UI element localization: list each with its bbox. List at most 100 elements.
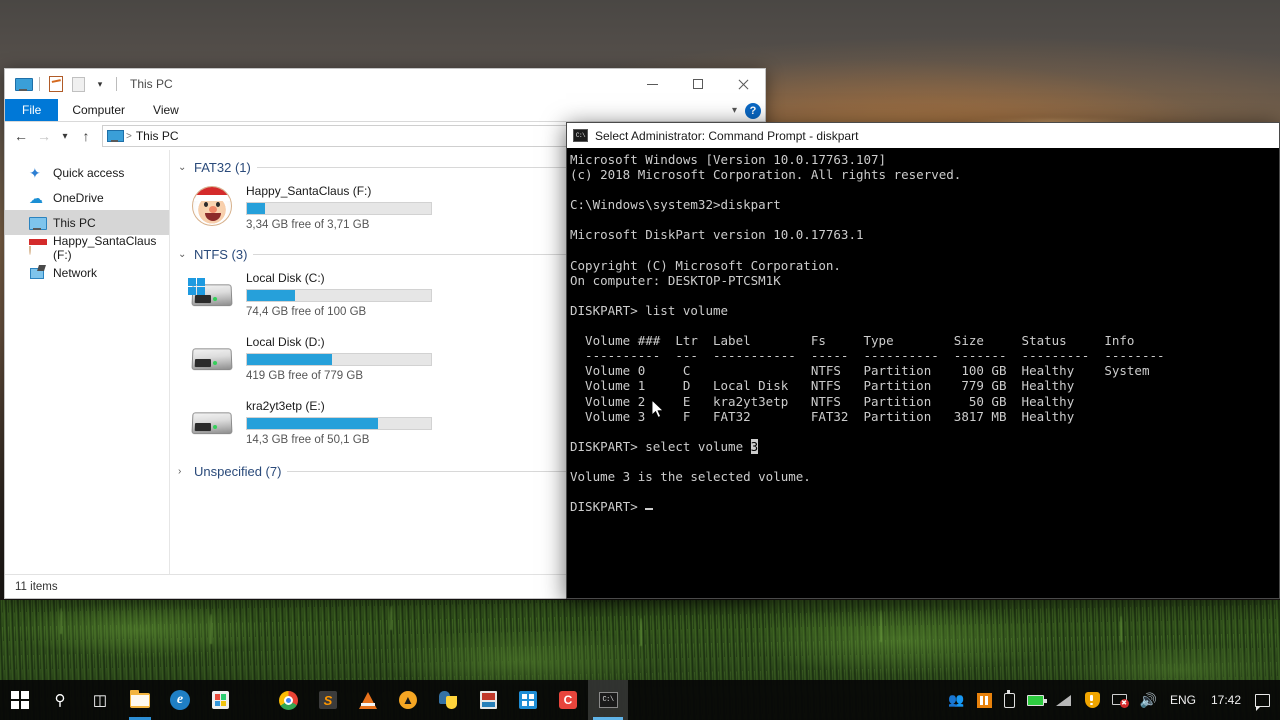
sidebar-item-label: Quick access bbox=[53, 165, 125, 180]
tray-network[interactable] bbox=[1050, 680, 1079, 720]
windows-drive-icon bbox=[188, 270, 236, 318]
search-button[interactable]: ⚲ bbox=[40, 680, 80, 720]
chevron-down-icon[interactable]: ▾ bbox=[89, 73, 111, 95]
capacity-fill bbox=[247, 290, 295, 301]
window-title: This PC bbox=[130, 77, 173, 91]
maximize-button[interactable] bbox=[675, 69, 720, 99]
taskbar-app-1[interactable] bbox=[468, 680, 508, 720]
taskbar-sublime[interactable]: S bbox=[308, 680, 348, 720]
forward-button: → bbox=[37, 128, 51, 144]
tray-people[interactable]: 👥 bbox=[942, 680, 970, 720]
tray-avast[interactable] bbox=[1079, 680, 1106, 720]
explorer-title-bar[interactable]: ▾ This PC bbox=[5, 69, 765, 99]
tray-battery[interactable] bbox=[1021, 680, 1050, 720]
drive-tile[interactable]: Happy_SantaClaus (F:) 3,34 GB free of 3,… bbox=[188, 181, 488, 239]
quick-access-toolbar[interactable]: ▾ bbox=[5, 69, 122, 99]
task-view-button[interactable]: ◫ bbox=[80, 680, 120, 720]
microsoft-store-icon bbox=[211, 691, 229, 709]
battery-icon bbox=[1026, 694, 1047, 706]
star-icon: ✦ bbox=[29, 164, 41, 181]
mouse-cursor bbox=[652, 400, 665, 418]
command-prompt-window[interactable]: C:\ Select Administrator: Command Prompt… bbox=[566, 122, 1280, 599]
chevron-right-icon[interactable]: › bbox=[178, 466, 188, 477]
chevron-down-icon[interactable]: ▾ bbox=[732, 105, 737, 116]
taskbar-file-explorer[interactable] bbox=[120, 680, 160, 720]
this-pc-icon[interactable] bbox=[12, 73, 34, 95]
taskbar[interactable]: ⚲ ◫ e S ▲ C C:\ 👥 ✖ 🔊 ENG 17:42 bbox=[0, 680, 1280, 720]
taskbar-chrome[interactable] bbox=[268, 680, 308, 720]
terminal-output[interactable]: Microsoft Windows [Version 10.0.17763.10… bbox=[567, 148, 1279, 598]
drive-free-space: 3,34 GB free of 3,71 GB bbox=[246, 219, 370, 231]
chevron-down-icon[interactable]: ⌄ bbox=[178, 162, 188, 173]
taskbar-store[interactable] bbox=[200, 680, 240, 720]
taskbar-python[interactable] bbox=[428, 680, 468, 720]
properties-icon[interactable] bbox=[45, 73, 67, 95]
people-icon: 👥 bbox=[948, 692, 965, 707]
close-button[interactable] bbox=[720, 69, 765, 99]
toolbar-divider bbox=[116, 77, 117, 91]
drive-tile[interactable]: kra2yt3etp (E:) 14,3 GB free of 50,1 GB bbox=[188, 396, 488, 454]
taskbar-command-prompt[interactable]: C:\ bbox=[588, 680, 628, 720]
action-center-button[interactable] bbox=[1249, 680, 1276, 720]
capacity-bar bbox=[246, 289, 432, 302]
drive-tile[interactable]: Local Disk (D:) 419 GB free of 779 GB bbox=[188, 332, 488, 390]
avast-icon: ▲ bbox=[399, 691, 417, 709]
avast-shield-icon bbox=[1084, 692, 1100, 708]
window-controls[interactable] bbox=[630, 69, 765, 99]
chevron-down-icon[interactable]: ⌄ bbox=[178, 249, 188, 260]
tab-view[interactable]: View bbox=[139, 99, 193, 121]
cmd-title-bar[interactable]: C:\ Select Administrator: Command Prompt… bbox=[567, 123, 1279, 148]
new-folder-icon[interactable] bbox=[67, 73, 89, 95]
ribbon-tabs[interactable]: File Computer View ▾ ? bbox=[5, 99, 765, 122]
app-icon-2 bbox=[519, 691, 537, 709]
drive-tile[interactable]: Local Disk (C:) 74,4 GB free of 100 GB bbox=[188, 268, 488, 326]
item-count: 11 items bbox=[15, 580, 58, 593]
capacity-bar bbox=[246, 202, 432, 215]
sublime-text-icon: S bbox=[319, 691, 337, 709]
system-tray[interactable]: 👥 ✖ 🔊 ENG 17:42 bbox=[942, 680, 1280, 720]
usb-eject-icon bbox=[1003, 689, 1015, 708]
drive-name: kra2yt3etp (E:) bbox=[246, 399, 325, 413]
minimize-button[interactable] bbox=[630, 69, 675, 99]
sidebar-item-onedrive[interactable]: ☁ OneDrive bbox=[5, 185, 169, 210]
taskbar-edge[interactable]: e bbox=[160, 680, 200, 720]
sidebar-item-quick-access[interactable]: ✦ Quick access bbox=[5, 160, 169, 185]
start-button[interactable] bbox=[0, 680, 40, 720]
clock[interactable]: 17:42 bbox=[1203, 693, 1249, 707]
python-icon bbox=[439, 691, 457, 709]
sidebar-item-label: Happy_SantaClaus (F:) bbox=[53, 233, 157, 262]
sidebar-item-happy-santaclaus[interactable]: Happy_SantaClaus (F:) bbox=[5, 233, 169, 262]
back-button[interactable]: ← bbox=[10, 125, 32, 147]
sidebar-item-label: This PC bbox=[53, 215, 96, 230]
clion-icon: C bbox=[559, 691, 577, 709]
tray-usb[interactable] bbox=[998, 680, 1021, 720]
media-pause-icon bbox=[976, 692, 992, 708]
sidebar-item-this-pc[interactable]: This PC bbox=[5, 210, 169, 235]
tray-network-error[interactable]: ✖ bbox=[1106, 680, 1134, 720]
windows-logo-icon bbox=[11, 691, 29, 709]
taskbar-vlc[interactable] bbox=[348, 680, 388, 720]
tab-file[interactable]: File bbox=[5, 99, 59, 121]
up-button[interactable]: ↑ bbox=[75, 125, 97, 147]
sidebar-item-network[interactable]: Network bbox=[5, 260, 169, 285]
taskbar-clion[interactable]: C bbox=[548, 680, 588, 720]
app-icon-1 bbox=[479, 691, 497, 709]
network-error-icon: ✖ bbox=[1111, 693, 1129, 708]
navigation-pane[interactable]: ✦ Quick access ☁ OneDrive This PC Happy_… bbox=[5, 150, 170, 574]
breadcrumb-separator: > bbox=[126, 130, 132, 142]
drive-name: Local Disk (C:) bbox=[246, 271, 325, 285]
drive-name: Local Disk (D:) bbox=[246, 335, 325, 349]
drive-icon bbox=[188, 334, 236, 382]
recent-locations-icon[interactable]: ▾ bbox=[56, 125, 74, 147]
chrome-icon bbox=[278, 690, 298, 710]
help-icon[interactable]: ? bbox=[745, 102, 761, 119]
network-icon bbox=[29, 265, 45, 281]
language-indicator[interactable]: ENG bbox=[1163, 693, 1203, 707]
taskbar-app-2[interactable] bbox=[508, 680, 548, 720]
tray-media[interactable] bbox=[971, 680, 998, 720]
taskbar-avast[interactable]: ▲ bbox=[388, 680, 428, 720]
tray-volume[interactable]: 🔊 bbox=[1134, 680, 1163, 720]
capacity-bar bbox=[246, 353, 432, 366]
tab-computer[interactable]: Computer bbox=[58, 99, 139, 121]
breadcrumb[interactable]: This PC bbox=[136, 129, 179, 143]
